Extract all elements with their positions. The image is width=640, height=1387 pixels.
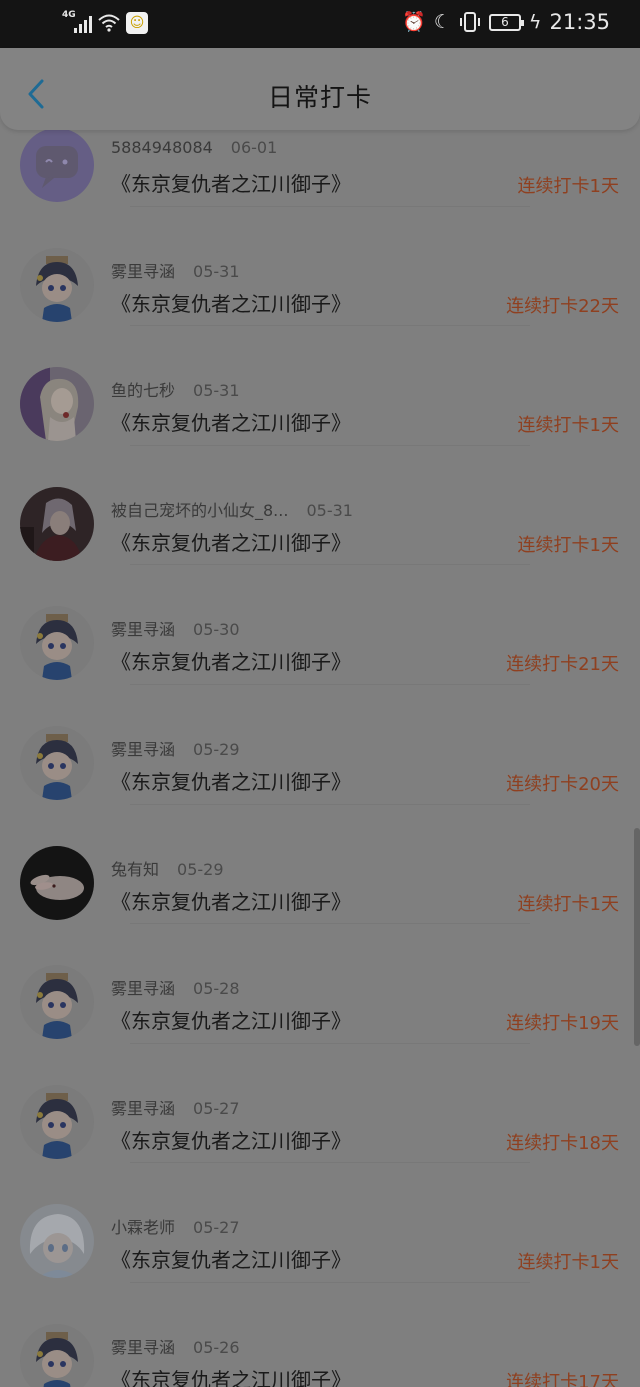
- dark-anime-avatar[interactable]: [20, 486, 94, 561]
- checkin-meta: 被自己宠坏的小仙女_8... 05-31: [111, 497, 353, 521]
- checkin-date: 05-27: [193, 1098, 240, 1118]
- book-title[interactable]: 《东京复仇者之江川御子》: [111, 886, 351, 915]
- anime-avatar[interactable]: [20, 965, 94, 1040]
- streak-badge: 连续打卡1天: [517, 415, 619, 437]
- battery-level: 6: [501, 14, 509, 29]
- anime-avatar[interactable]: [20, 1323, 94, 1387]
- checkin-date: 05-26: [193, 1337, 240, 1357]
- page-title: 日常打卡: [267, 83, 372, 112]
- rabbit-avatar[interactable]: [20, 845, 94, 920]
- clock: 21:35: [549, 10, 610, 34]
- book-title[interactable]: 《东京复仇者之江川御子》: [111, 168, 351, 197]
- book-title[interactable]: 《东京复仇者之江川御子》: [111, 1244, 351, 1273]
- streak-badge: 连续打卡21天: [506, 654, 619, 676]
- checkin-date: 05-29: [177, 859, 224, 879]
- status-bar: 4G ☺ ⏰ ☾ 6 ϟ 21:35: [0, 0, 640, 48]
- streak-badge: 连续打卡17天: [506, 1371, 619, 1387]
- checkin-row[interactable]: 雾里寻涵 05-26 《东京复仇者之江川御子》 连续打卡17天: [0, 1283, 640, 1387]
- cellular-signal-icon: 4G: [62, 10, 92, 33]
- checkin-meta: 雾里寻涵 05-31: [111, 258, 240, 282]
- checkin-meta: 5884948084 06-01: [111, 138, 277, 157]
- checkin-row[interactable]: 雾里寻涵 05-28 《东京复仇者之江川御子》 连续打卡19天: [0, 924, 640, 1044]
- user-name[interactable]: 小霖老师: [111, 1218, 175, 1237]
- status-left: 4G ☺: [62, 10, 148, 34]
- book-title[interactable]: 《东京复仇者之江川御子》: [111, 527, 351, 556]
- streak-badge: 连续打卡1天: [517, 1252, 619, 1274]
- checkin-row[interactable]: 雾里寻涵 05-31 《东京复仇者之江川御子》 连续打卡22天: [0, 207, 640, 327]
- anime-avatar[interactable]: [20, 725, 94, 800]
- checkin-meta: 雾里寻涵 05-30: [111, 616, 240, 640]
- book-title[interactable]: 《东京复仇者之江川御子》: [111, 646, 351, 675]
- user-name[interactable]: 雾里寻涵: [111, 1099, 175, 1118]
- vibrate-icon: [459, 12, 480, 32]
- checkin-row[interactable]: 雾里寻涵 05-30 《东京复仇者之江川御子》 连续打卡21天: [0, 565, 640, 685]
- white-hair-avatar[interactable]: [20, 1204, 94, 1279]
- checkin-date: 05-30: [193, 620, 240, 640]
- app-notification-icon: ☺: [126, 12, 148, 34]
- streak-badge: 连续打卡1天: [517, 534, 619, 556]
- streak-badge: 连续打卡20天: [506, 773, 619, 795]
- app-header: 日常打卡: [0, 48, 640, 130]
- anime-avatar[interactable]: [20, 606, 94, 681]
- battery-icon: 6: [488, 13, 524, 31]
- moon-icon: ☾: [433, 11, 451, 33]
- user-name[interactable]: 被自己宠坏的小仙女_8...: [111, 501, 288, 520]
- user-name[interactable]: 雾里寻涵: [111, 740, 175, 759]
- network-type: 4G: [62, 10, 76, 20]
- wifi-icon: [98, 14, 120, 32]
- checkin-meta: 雾里寻涵 05-27: [111, 1095, 240, 1119]
- book-title[interactable]: 《东京复仇者之江川御子》: [111, 1125, 351, 1154]
- checkin-meta: 雾里寻涵 05-29: [111, 736, 240, 760]
- streak-badge: 连续打卡1天: [517, 176, 619, 197]
- book-title[interactable]: 《东京复仇者之江川御子》: [111, 288, 351, 317]
- checkin-meta: 兔有知 05-29: [111, 856, 224, 880]
- checkin-date: 05-29: [193, 739, 240, 759]
- checkin-row[interactable]: 雾里寻涵 05-27 《东京复仇者之江川御子》 连续打卡18天: [0, 1044, 640, 1164]
- checkin-row[interactable]: 被自己宠坏的小仙女_8... 05-31 《东京复仇者之江川御子》 连续打卡1天: [0, 446, 640, 566]
- default-chat-avatar[interactable]: [20, 128, 94, 202]
- checkin-date: 06-01: [230, 138, 278, 157]
- book-title[interactable]: 《东京复仇者之江川御子》: [111, 407, 351, 436]
- checkin-date: 05-27: [193, 1218, 240, 1238]
- streak-badge: 连续打卡22天: [506, 295, 619, 317]
- book-title[interactable]: 《东京复仇者之江川御子》: [111, 1364, 351, 1387]
- checkin-row[interactable]: 鱼的七秒 05-31 《东京复仇者之江川御子》 连续打卡1天: [0, 326, 640, 446]
- anime-avatar[interactable]: [20, 1084, 94, 1159]
- checkin-row[interactable]: 雾里寻涵 05-29 《东京复仇者之江川御子》 连续打卡20天: [0, 685, 640, 805]
- user-name[interactable]: 雾里寻涵: [111, 979, 175, 998]
- checkin-meta: 雾里寻涵 05-26: [111, 1334, 240, 1358]
- alarm-icon: ⏰: [402, 11, 426, 33]
- user-name[interactable]: 兔有知: [111, 860, 159, 879]
- checkin-meta: 雾里寻涵 05-28: [111, 975, 240, 999]
- checkin-date: 05-31: [193, 381, 240, 401]
- scrollbar[interactable]: [634, 828, 640, 1046]
- checkin-date: 05-31: [306, 500, 353, 520]
- user-name[interactable]: 雾里寻涵: [111, 620, 175, 639]
- streak-badge: 连续打卡18天: [506, 1132, 619, 1154]
- checkin-date: 05-31: [193, 261, 240, 281]
- checkin-row[interactable]: 兔有知 05-29 《东京复仇者之江川御子》 连续打卡1天: [0, 805, 640, 925]
- streak-badge: 连续打卡1天: [517, 893, 619, 915]
- user-name[interactable]: 5884948084: [111, 138, 213, 157]
- checkin-meta: 鱼的七秒 05-31: [111, 377, 240, 401]
- anime-avatar[interactable]: [20, 247, 94, 322]
- checkin-list: 5884948084 06-01 《东京复仇者之江川御子》 连续打卡1天 雾里寻涵…: [0, 87, 640, 1387]
- checkin-row[interactable]: 小霖老师 05-27 《东京复仇者之江川御子》 连续打卡1天: [0, 1163, 640, 1283]
- user-name[interactable]: 雾里寻涵: [111, 1338, 175, 1357]
- book-title[interactable]: 《东京复仇者之江川御子》: [111, 1005, 351, 1034]
- status-right: ⏰ ☾ 6 ϟ 21:35: [402, 10, 610, 34]
- checkin-meta: 小霖老师 05-27: [111, 1214, 240, 1238]
- user-name[interactable]: 雾里寻涵: [111, 262, 175, 281]
- streak-badge: 连续打卡19天: [506, 1013, 619, 1035]
- girl-avatar[interactable]: [20, 367, 94, 442]
- checkin-date: 05-28: [193, 979, 240, 999]
- book-title[interactable]: 《东京复仇者之江川御子》: [111, 766, 351, 795]
- user-name[interactable]: 鱼的七秒: [111, 381, 175, 400]
- charging-icon: ϟ: [528, 11, 542, 33]
